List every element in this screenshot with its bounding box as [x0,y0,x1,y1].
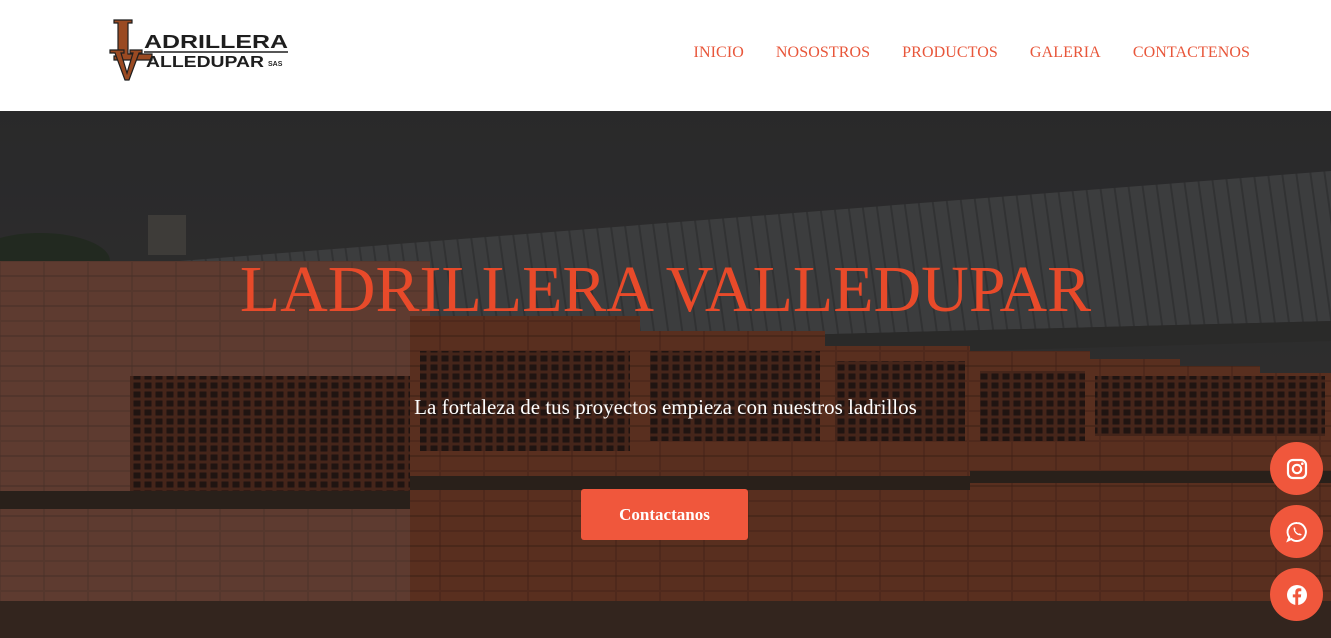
nav-item-nosostros[interactable]: NOSOSTROS [776,43,870,63]
logo-line1: ADRILLERA [144,32,288,52]
brand-logo[interactable]: ADRILLERA ALLEDUPAR SAS [108,18,293,82]
facebook-button[interactable] [1270,568,1323,621]
logo-line2: ALLEDUPAR [146,54,265,71]
hero-title: LADRILLERA VALLEDUPAR [0,257,1331,323]
nav-item-productos[interactable]: PRODUCTOS [902,43,998,63]
whatsapp-icon [1285,521,1307,542]
nav-item-galeria[interactable]: GALERIA [1030,43,1101,63]
main-nav: INICIO NOSOSTROS PRODUCTOS GALERIA CONTA… [694,43,1250,63]
logo-suffix: SAS [268,61,283,68]
nav-item-contactenos[interactable]: CONTACTENOS [1133,43,1250,63]
nav-item-inicio[interactable]: INICIO [694,43,744,63]
contact-button[interactable]: Contactanos [581,489,748,540]
instagram-icon [1286,458,1307,479]
hero-subtitle: La fortaleza de tus proyectos empieza co… [414,395,917,419]
site-header: ADRILLERA ALLEDUPAR SAS INICIO NOSOSTROS… [0,0,1331,111]
hero-section: LADRILLERA VALLEDUPAR La fortaleza de tu… [0,111,1331,638]
instagram-button[interactable] [1270,442,1323,495]
hero-title-text: LADRILLERA VALLEDUPAR [239,253,1092,326]
hero-overlay [0,111,1331,638]
whatsapp-button[interactable] [1270,505,1323,558]
facebook-icon [1286,584,1307,605]
